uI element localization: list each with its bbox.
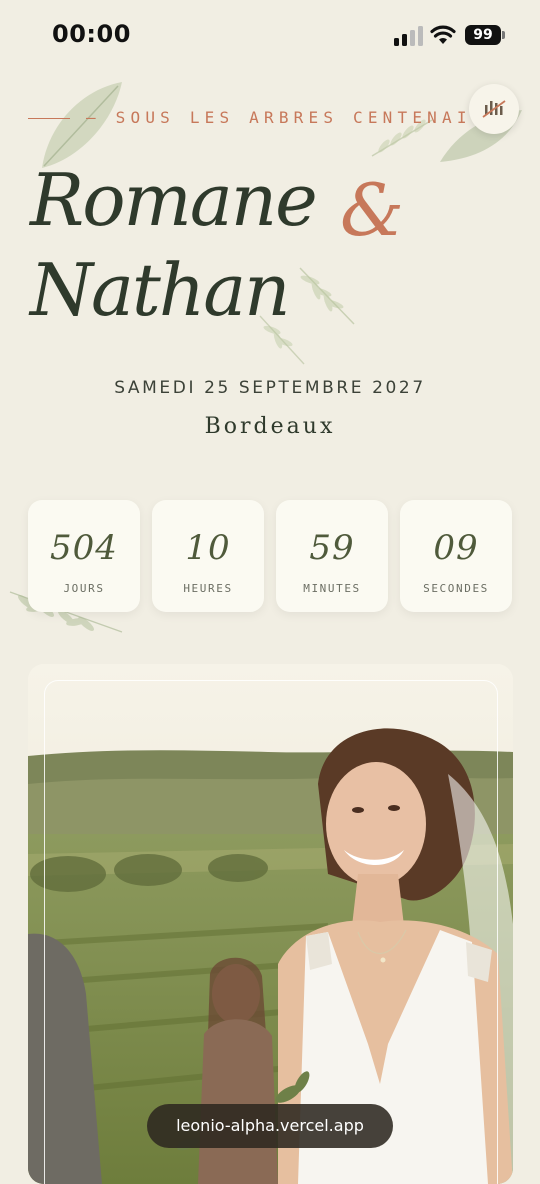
status-bar: 00:00 99	[0, 0, 540, 72]
signal-icon	[394, 26, 423, 46]
bride-name: Romane	[30, 158, 318, 242]
countdown: 504 JOURS 10 HEURES 59 MINUTES 09 SECOND…	[28, 500, 512, 612]
countdown-minutes-label: MINUTES	[303, 582, 361, 595]
music-toggle-button[interactable]	[469, 84, 519, 134]
countdown-days-label: JOURS	[63, 582, 105, 595]
countdown-hours: 10 HEURES	[152, 500, 264, 612]
status-time: 00:00	[52, 20, 131, 48]
wedding-city: Bordeaux	[204, 414, 336, 439]
music-muted-icon	[482, 100, 506, 118]
decorative-rule	[28, 118, 70, 119]
ampersand: &	[340, 168, 405, 252]
countdown-hours-label: HEURES	[183, 582, 233, 595]
countdown-seconds-label: SECONDES	[423, 582, 489, 595]
battery-icon: 99	[465, 25, 505, 45]
wedding-date: SAMEDI 25 SEPTEMBRE 2027	[114, 378, 426, 398]
groom-name: Nathan	[30, 248, 291, 332]
browser-url-pill[interactable]: leonio-alpha.vercel.app	[147, 1104, 393, 1148]
battery-level: 99	[473, 27, 493, 43]
countdown-hours-value: 10	[185, 528, 231, 568]
countdown-days: 504 JOURS	[28, 500, 140, 612]
countdown-seconds: 09 SECONDES	[400, 500, 512, 612]
countdown-minutes-value: 59	[309, 528, 355, 568]
wifi-icon	[430, 25, 456, 44]
hero-subtitle: — SOUS LES ARBRES CENTENAIRES	[86, 108, 468, 127]
countdown-days-value: 504	[50, 528, 118, 568]
countdown-minutes: 59 MINUTES	[276, 500, 388, 612]
countdown-seconds-value: 09	[433, 528, 479, 568]
